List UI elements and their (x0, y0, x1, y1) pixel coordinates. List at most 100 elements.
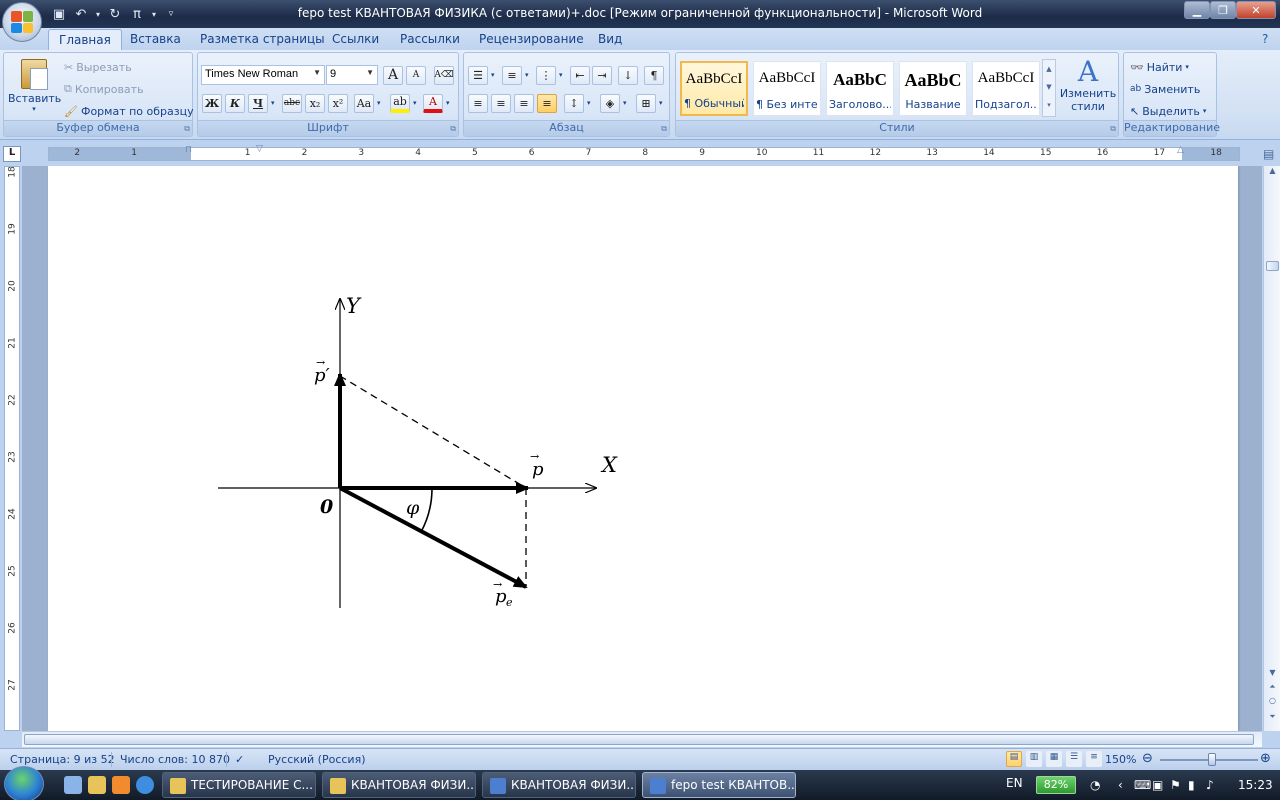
office-button[interactable] (2, 2, 42, 42)
clear-format-button[interactable]: A⌫ (434, 65, 454, 85)
copy-button[interactable]: ⧉ Копировать (64, 79, 144, 99)
bullets-button[interactable]: ☰ ▾ (468, 65, 495, 85)
clock[interactable]: 15:23 (1238, 778, 1273, 792)
bold-button[interactable]: Ж (202, 93, 222, 113)
paste-button[interactable]: Вставить ▾ (8, 57, 61, 117)
select-button[interactable]: ↖ Выделить ▾ (1130, 101, 1206, 121)
font-shrink-button[interactable]: A (406, 65, 426, 85)
dialog-launcher-icon[interactable]: ⧉ (184, 124, 190, 134)
justify-button[interactable]: ≡ (537, 93, 557, 113)
font-color-button[interactable]: A ▾ (423, 93, 450, 113)
font-name-combo[interactable]: Times New Roman ▼ (201, 65, 325, 85)
right-indent-marker[interactable]: △ (1177, 145, 1184, 155)
keyboard-icon[interactable]: ⌨ (1134, 778, 1151, 792)
show-desktop-icon[interactable] (64, 776, 82, 794)
task-word-fepo[interactable]: fepo test КВАНТОВ... (642, 772, 796, 798)
browse-object-icon[interactable]: ○ (1265, 696, 1280, 710)
superscript-button[interactable]: x² (328, 93, 348, 113)
help-icon[interactable]: ? (1262, 32, 1268, 46)
scroll-thumb[interactable] (24, 734, 1254, 745)
style-heading[interactable]: AaBbC Заголово... (826, 61, 894, 116)
monitor-icon[interactable]: ▣ (1152, 778, 1163, 792)
task-word-quantum[interactable]: КВАНТОВАЯ ФИЗИ... (482, 772, 636, 798)
battery-indicator[interactable]: 82% (1036, 776, 1076, 794)
borders-button[interactable]: ⊞ ▾ (636, 93, 663, 113)
word-count[interactable]: Число слов: 10 870 (120, 753, 230, 766)
tab-review[interactable]: Рецензирование (469, 29, 594, 50)
zoom-level[interactable]: 150% (1105, 753, 1136, 766)
subscript-button[interactable]: x₂ (305, 93, 325, 113)
vertical-ruler[interactable]: 18 19 20 21 22 23 24 25 26 27 (4, 166, 20, 731)
document-page[interactable]: Y X 0 p′ → p → p e → φ (48, 166, 1238, 731)
zoom-out-icon[interactable]: ⊖ (1142, 751, 1153, 766)
tab-home[interactable]: Главная (48, 29, 122, 50)
change-case-button[interactable]: Aa ▾ (354, 93, 381, 113)
tab-selector[interactable]: L (3, 146, 21, 162)
increase-indent-button[interactable]: ⇥ (592, 65, 612, 85)
zoom-in-icon[interactable]: ⊕ (1260, 751, 1271, 766)
style-normal[interactable]: AaBbCcI ¶ Обычный (680, 61, 748, 116)
sort-button[interactable]: ↓ (618, 65, 638, 85)
align-center-button[interactable]: ≡ (491, 93, 511, 113)
tab-mailings[interactable]: Рассылки (390, 29, 470, 50)
task-folder-testing[interactable]: ТЕСТИРОВАНИЕ С... (162, 772, 316, 798)
task-folder-quantum[interactable]: КВАНТОВАЯ ФИЗИ... (322, 772, 476, 798)
strikethrough-button[interactable]: abc (282, 93, 302, 113)
tab-page-layout[interactable]: Разметка страницы (190, 29, 335, 50)
styles-gallery-scroll[interactable]: ▲ ▼ ▾ (1042, 59, 1056, 117)
tab-view[interactable]: Вид (588, 29, 632, 50)
next-page-icon[interactable]: ⏷ (1265, 712, 1280, 726)
vertical-scrollbar[interactable]: ▲ ▼ ⏶ ○ ⏷ (1263, 166, 1280, 731)
cut-button[interactable]: ✂ Вырезать (64, 57, 132, 77)
italic-button[interactable]: К (225, 93, 245, 113)
scroll-down-icon[interactable]: ▼ (1265, 668, 1280, 682)
browser-icon[interactable] (136, 776, 154, 794)
style-subtitle[interactable]: AaBbCcI Подзагол... (972, 61, 1040, 116)
spellcheck-icon[interactable]: ✓ (235, 753, 244, 766)
numbering-button[interactable]: ≡ ▾ (502, 65, 529, 85)
decrease-indent-button[interactable]: ⇤ (570, 65, 590, 85)
style-title[interactable]: AaBbC Название (899, 61, 967, 116)
draft-view-icon[interactable]: ≡ (1086, 751, 1102, 767)
change-styles-button[interactable]: A Изменить стили (1059, 57, 1117, 119)
multilevel-list-button[interactable]: ⋮ ▾ (536, 65, 563, 85)
folder-icon[interactable] (88, 776, 106, 794)
horizontal-ruler[interactable]: 2 1 1 2 3 4 5 6 7 8 9 10 11 12 13 14 15 16 17 18 ⊓ ▽ △ (48, 144, 1240, 161)
tray-expand-icon[interactable]: ‹ (1118, 778, 1123, 792)
format-painter-button[interactable]: 🖌 Формат по образцу (64, 101, 194, 121)
underline-button[interactable]: Ч ▾ (248, 93, 275, 113)
style-no-spacing[interactable]: AaBbCcI ¶ Без инте... (753, 61, 821, 116)
print-layout-view-icon[interactable]: ▤ (1006, 751, 1022, 767)
find-button[interactable]: 👓 Найти ▾ (1130, 57, 1189, 77)
highlight-button[interactable]: ab ▾ (390, 93, 417, 113)
hanging-indent-marker[interactable]: ⊓ (185, 145, 192, 155)
zoom-slider-thumb[interactable] (1208, 753, 1216, 766)
scroll-up-icon[interactable]: ▲ (1265, 166, 1280, 180)
tab-insert[interactable]: Вставка (120, 29, 191, 50)
restore-button[interactable]: ❐ (1210, 1, 1236, 19)
start-button[interactable] (4, 766, 44, 800)
minimize-button[interactable]: ▁ (1184, 1, 1210, 19)
font-size-combo[interactable]: 9 ▼ (326, 65, 378, 85)
media-player-icon[interactable] (112, 776, 130, 794)
language[interactable]: Русский (Россия) (268, 753, 366, 766)
network-icon[interactable]: ◔ (1090, 778, 1100, 792)
dialog-launcher-icon[interactable]: ⧉ (450, 124, 456, 134)
close-button[interactable]: ✕ (1236, 1, 1276, 19)
dialog-launcher-icon[interactable]: ⧉ (1110, 124, 1116, 134)
volume-icon[interactable]: ♪ (1206, 778, 1214, 792)
shading-button[interactable]: ◈ ▾ (600, 93, 627, 113)
outline-view-icon[interactable]: ☰ (1066, 751, 1082, 767)
replace-button[interactable]: ab Заменить (1130, 79, 1200, 99)
line-spacing-button[interactable]: ↕ ▾ (564, 93, 591, 113)
horizontal-scrollbar[interactable] (22, 731, 1262, 747)
signal-icon[interactable]: ▮ (1188, 778, 1195, 792)
language-indicator[interactable]: EN (1006, 776, 1023, 790)
flag-icon[interactable]: ⚑ (1170, 778, 1181, 792)
dialog-launcher-icon[interactable]: ⧉ (661, 124, 667, 134)
font-grow-button[interactable]: A (383, 65, 403, 85)
full-screen-reading-icon[interactable]: ▥ (1026, 751, 1042, 767)
page-count[interactable]: Страница: 9 из 52 (10, 753, 115, 766)
tab-references[interactable]: Ссылки (322, 29, 389, 50)
web-layout-icon[interactable]: ▦ (1046, 751, 1062, 767)
